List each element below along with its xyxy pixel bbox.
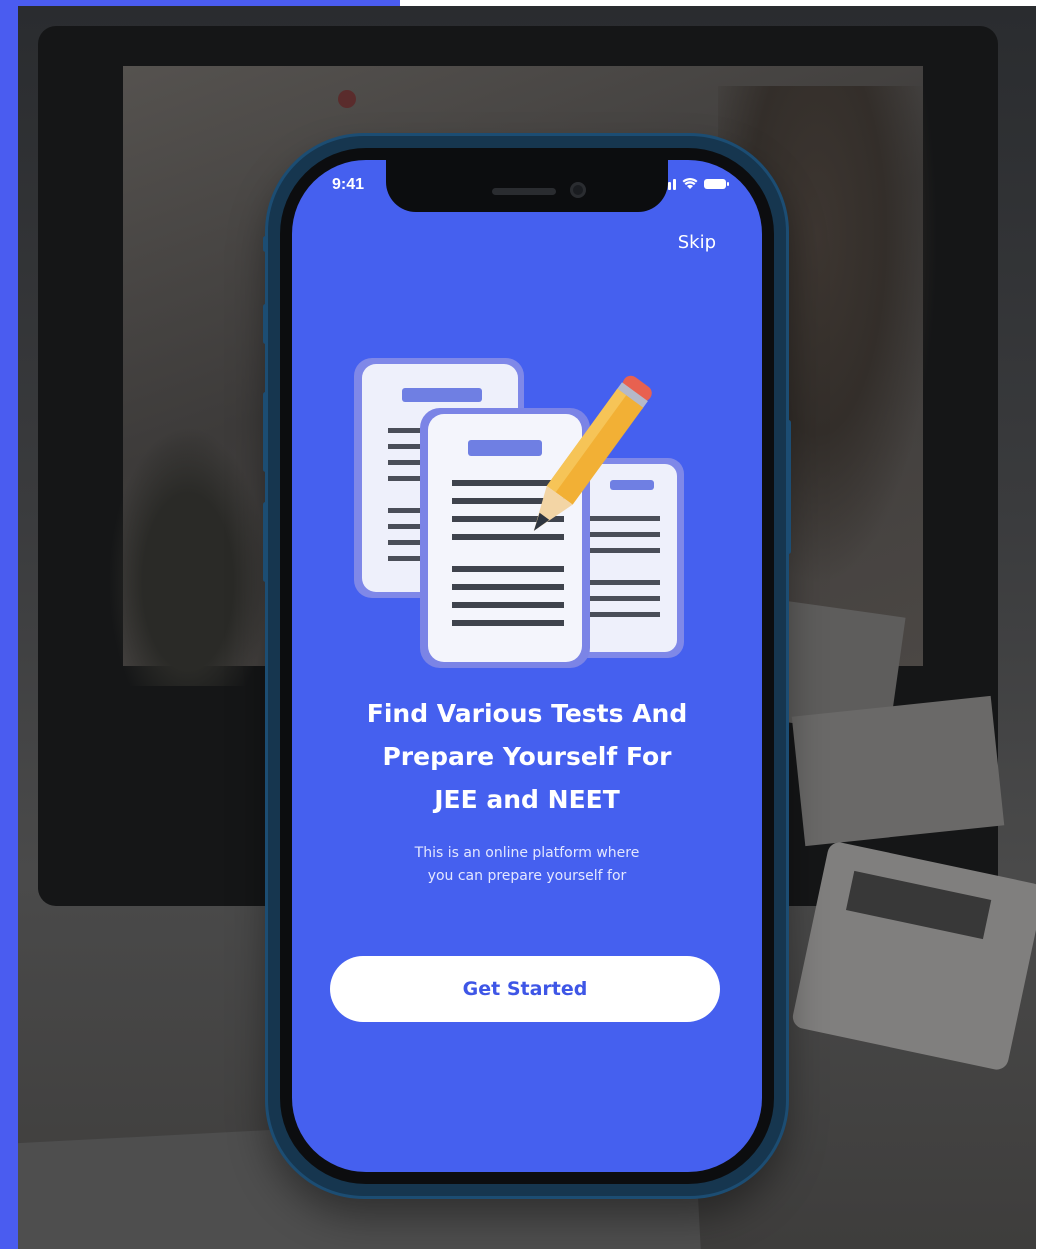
headline-line: Find Various Tests And [366,699,688,728]
phone-side-button [263,236,268,252]
headline-line: JEE and NEET [434,785,620,814]
background-calculator [790,840,1036,1072]
background-paper [791,695,1005,847]
background-calculator-display [845,870,992,940]
battery-icon [704,179,729,189]
onboarding-headline: Find Various Tests And Prepare Yourself … [312,692,742,821]
get-started-button[interactable]: Get Started [330,956,720,1022]
phone-mute-button [263,502,268,582]
showcase-frame: 9:41 Skip Find Various Tests And Prepare… [0,0,1048,1249]
background-plant [108,426,268,686]
headline-line: Prepare Yourself For [382,742,672,771]
phone-power-button [786,420,791,554]
background-pin [338,90,356,108]
wifi-icon [682,178,698,189]
front-camera-icon [570,182,586,198]
phone-volume-up-button [263,304,268,344]
skip-button[interactable]: Skip [678,232,716,253]
status-time: 9:41 [332,176,365,193]
paper-front [420,408,590,668]
description-line: you can prepare yourself for [427,868,627,884]
app-screen: 9:41 Skip Find Various Tests And Prepare… [292,160,762,1172]
phone-volume-down-button [263,392,268,472]
phone-mockup: 9:41 Skip Find Various Tests And Prepare… [263,136,791,1196]
onboarding-description: This is an online platform where you can… [332,842,722,888]
test-papers-with-pencil-icon [354,358,684,668]
phone-notch [386,160,668,212]
speaker-grille [492,188,556,195]
description-line: This is an online platform where [414,845,640,861]
status-icons [663,178,729,190]
phone-bezel: 9:41 Skip Find Various Tests And Prepare… [280,148,774,1184]
